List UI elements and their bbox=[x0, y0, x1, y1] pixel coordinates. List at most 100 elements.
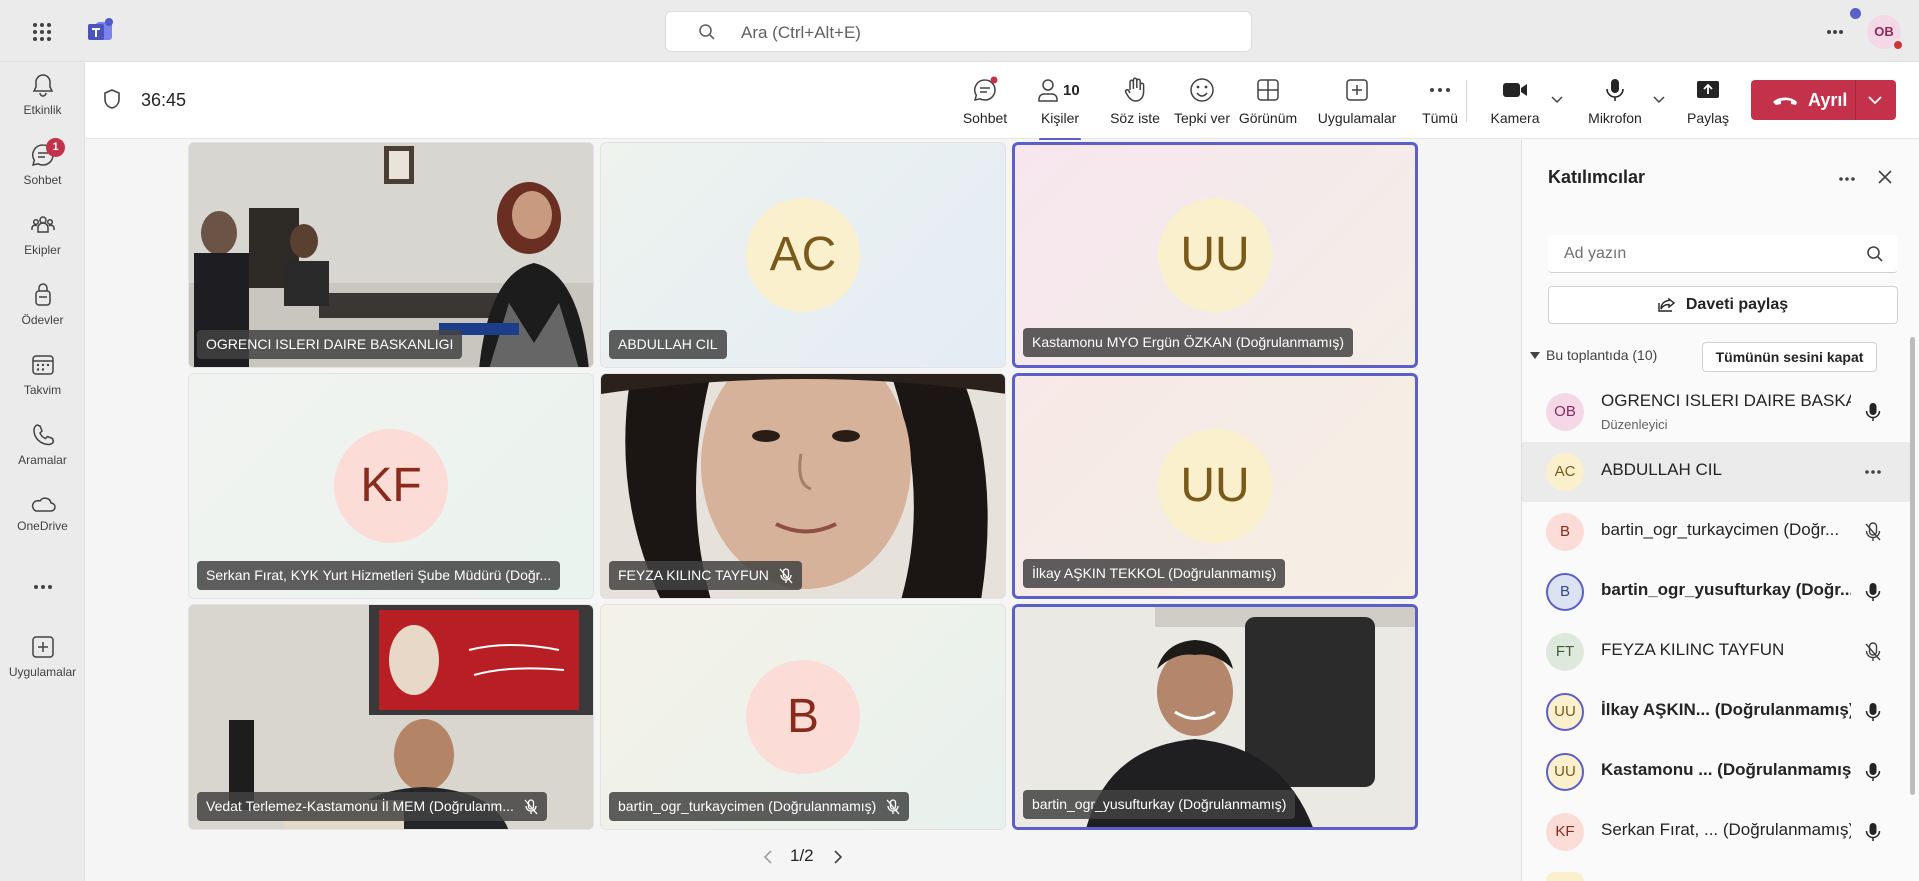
leave-options-chevron-icon[interactable] bbox=[1867, 95, 1883, 105]
people-button[interactable]: 10 Kişiler bbox=[1025, 76, 1095, 141]
microphone-icon bbox=[1606, 79, 1624, 101]
bell-icon bbox=[32, 74, 53, 97]
rail-item-chat[interactable]: 1 Sohbet bbox=[0, 138, 85, 202]
more-apps-icon[interactable] bbox=[33, 584, 53, 590]
video-tile[interactable]: AC ABDULLAH CIL bbox=[600, 142, 1006, 368]
shield-icon[interactable] bbox=[102, 88, 122, 110]
participant-name: bartin_ogr_yusufturkay (Doğr... bbox=[1601, 580, 1851, 599]
participant-avatar: B bbox=[1546, 513, 1584, 551]
participant-row[interactable]: UU Kastamonu ... (Doğrulanmamış) bbox=[1522, 742, 1912, 802]
participant-name: FEYZA KILINC TAYFUN bbox=[609, 561, 802, 590]
search-input[interactable]: Ara (Ctrl+Alt+E) bbox=[741, 23, 861, 43]
react-button[interactable]: Tepki ver bbox=[1162, 76, 1242, 126]
participant-avatar: UU bbox=[1158, 198, 1272, 312]
panel-title: Katılımcılar bbox=[1548, 167, 1646, 187]
rail-item-apps[interactable]: Uygulamalar bbox=[0, 634, 85, 694]
profile-avatar[interactable]: OB bbox=[1867, 15, 1904, 51]
participant-avatar: UU bbox=[1158, 429, 1272, 543]
share-invite-button[interactable]: Daveti paylaş bbox=[1548, 286, 1898, 324]
video-tile[interactable]: B bartin_ogr_turkaycimen (Doğrulanmamış) bbox=[600, 604, 1006, 830]
camera-button[interactable]: Kamera bbox=[1485, 76, 1545, 126]
participant-row[interactable]: B bartin_ogr_yusufturkay (Doğr... bbox=[1522, 562, 1912, 622]
teams-logo-icon bbox=[88, 18, 113, 40]
video-tile[interactable]: KF Serkan Fırat, KYK Yurt Hizmetleri Şub… bbox=[188, 373, 594, 599]
add-apps-icon bbox=[31, 636, 54, 658]
share-screen-icon bbox=[1697, 81, 1719, 98]
title-bar: Ara (Ctrl+Alt+E) OB bbox=[0, 0, 1919, 62]
phone-icon bbox=[32, 424, 54, 446]
participant-avatar: AC bbox=[1546, 453, 1584, 491]
grid-view-icon bbox=[1257, 79, 1279, 101]
search-icon bbox=[699, 24, 715, 40]
rail-item-calls[interactable]: Aramalar bbox=[0, 422, 85, 482]
mic-off-icon bbox=[1865, 522, 1881, 541]
rail-item-onedrive[interactable]: OneDrive bbox=[0, 494, 85, 554]
previous-page-icon[interactable] bbox=[762, 849, 774, 865]
mic-off-icon bbox=[524, 799, 538, 815]
microphone-options-chevron-icon[interactable] bbox=[1652, 95, 1666, 105]
teams-icon bbox=[30, 216, 55, 233]
mic-on-icon bbox=[1865, 583, 1881, 601]
rail-item-assignments[interactable]: Ödevler bbox=[0, 282, 85, 342]
camera-options-chevron-icon[interactable] bbox=[1550, 95, 1564, 105]
participant-row[interactable]: FT FEYZA KILINC TAYFUN bbox=[1522, 622, 1912, 682]
video-tile[interactable]: UU İlkay AŞKIN TEKKOL (Doğrulanmamış) bbox=[1012, 373, 1418, 599]
meeting-timer: 36:45 bbox=[141, 90, 187, 110]
mute-all-button[interactable]: Tümünün sesini kapat bbox=[1702, 342, 1877, 372]
participant-more-icon[interactable] bbox=[1864, 469, 1882, 475]
notification-dot bbox=[1850, 8, 1861, 19]
participant-name: İlkay AŞKIN TEKKOL (Doğrulanmamış) bbox=[1023, 559, 1286, 588]
participant-avatar: KF bbox=[334, 429, 448, 543]
raise-hand-button[interactable]: Söz iste bbox=[1105, 76, 1165, 126]
participant-avatar: B bbox=[1546, 573, 1584, 611]
cloud-icon bbox=[31, 497, 56, 512]
participant-avatar-partial bbox=[1546, 872, 1584, 881]
participant-name: Vedat Terlemez-Kastamonu İl MEM (Doğrula… bbox=[197, 792, 547, 821]
search-box[interactable]: Ara (Ctrl+Alt+E) bbox=[665, 11, 1252, 52]
participant-search-box[interactable]: Ad yazın bbox=[1548, 235, 1898, 273]
app-launcher-icon[interactable] bbox=[32, 22, 52, 42]
apps-button[interactable]: Uygulamalar bbox=[1307, 76, 1407, 126]
participant-row[interactable]: B bartin_ogr_turkaycimen (Doğr... bbox=[1522, 502, 1912, 562]
video-tile[interactable]: OGRENCI ISLERI DAIRE BASKANLIGI bbox=[188, 142, 594, 368]
participant-name: OGRENCI ISLERI DAIRE BASKA... bbox=[1601, 391, 1851, 410]
video-tile[interactable]: UU Kastamonu MYO Ergün ÖZKAN (Doğrulanma… bbox=[1012, 142, 1418, 368]
participant-name: ABDULLAH CIL bbox=[1601, 460, 1722, 479]
participant-name: bartin_ogr_turkaycimen (Doğr... bbox=[1601, 520, 1840, 539]
more-actions-button[interactable]: Tümü bbox=[1415, 76, 1465, 126]
close-icon[interactable] bbox=[1876, 168, 1894, 186]
panel-more-icon[interactable] bbox=[1838, 176, 1856, 182]
video-tile[interactable]: Vedat Terlemez-Kastamonu İl MEM (Doğrula… bbox=[188, 604, 594, 830]
participant-name: Kastamonu MYO Ergün ÖZKAN (Doğrulanmamış… bbox=[1023, 328, 1353, 357]
participant-name: İlkay AŞKIN... (Doğrulanmamış) bbox=[1601, 700, 1851, 719]
more-options-icon[interactable] bbox=[1826, 29, 1844, 35]
participant-name: FEYZA KILINC TAYFUN bbox=[1601, 640, 1785, 659]
chat-button[interactable]: Sohbet bbox=[960, 76, 1010, 126]
participant-avatar: OB bbox=[1546, 393, 1584, 431]
rail-item-calendar[interactable]: Takvim bbox=[0, 352, 85, 412]
participant-row[interactable]: UU İlkay AŞKIN... (Doğrulanmamış) bbox=[1522, 682, 1912, 742]
collapse-triangle-icon bbox=[1530, 352, 1540, 360]
view-button[interactable]: Görünüm bbox=[1233, 76, 1303, 126]
meeting-toolbar: 36:45 Sohbet 10 Kişiler Söz iste Tepki v… bbox=[85, 62, 1919, 141]
chat-icon bbox=[973, 76, 998, 102]
panel-scrollbar[interactable] bbox=[1910, 337, 1915, 795]
person-icon bbox=[1038, 79, 1058, 102]
video-tile[interactable]: FEYZA KILINC TAYFUN bbox=[600, 373, 1006, 599]
leave-button[interactable]: Ayrıl bbox=[1751, 80, 1896, 120]
share-button[interactable]: Paylaş bbox=[1683, 76, 1733, 126]
video-tile[interactable]: bartin_ogr_yusufturkay (Doğrulanmamış) bbox=[1012, 604, 1418, 830]
mic-off-icon bbox=[779, 568, 793, 584]
microphone-button[interactable]: Mikrofon bbox=[1580, 76, 1650, 126]
rail-item-activity[interactable]: Etkinlik bbox=[0, 72, 85, 132]
participant-row[interactable]: AC ABDULLAH CIL bbox=[1522, 442, 1912, 502]
people-icon-group: 10 bbox=[1025, 76, 1095, 104]
participant-search-input[interactable]: Ad yazın bbox=[1564, 245, 1626, 263]
participant-avatar: AC bbox=[746, 198, 860, 312]
participant-row[interactable]: KF Serkan Fırat, ... (Doğrulanmamış) bbox=[1522, 802, 1912, 862]
participant-row[interactable]: OB OGRENCI ISLERI DAIRE BASKA... Düzenle… bbox=[1522, 382, 1912, 442]
next-page-icon[interactable] bbox=[832, 849, 844, 865]
status-busy-indicator bbox=[1892, 39, 1904, 51]
section-header[interactable]: Bu toplantıda (10) bbox=[1530, 347, 1657, 363]
rail-item-teams[interactable]: Ekipler bbox=[0, 212, 85, 272]
